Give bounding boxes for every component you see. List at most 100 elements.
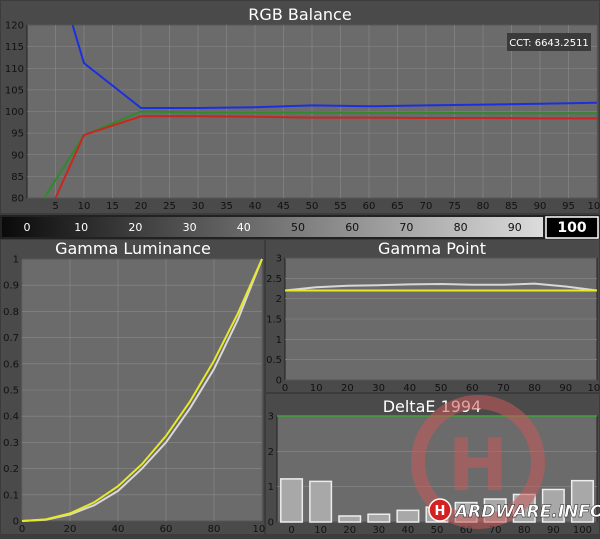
x-tick-label: 90 bbox=[547, 525, 560, 535]
x-tick-label: 60 bbox=[466, 383, 479, 394]
calibration-report: RGB Balance 80 85 90 95 100 105 110 115 120 5 10 1… bbox=[0, 0, 600, 536]
calibration-charts: RGB Balance 80859095100105110115120 5 10 1… bbox=[0, 0, 600, 536]
svg-text:ARDWARE.INFO: ARDWARE.INFO bbox=[453, 502, 600, 522]
x-tick-label: 30 bbox=[372, 383, 385, 394]
x-tick-label: 45 bbox=[277, 201, 290, 212]
gamma-point-title: Gamma Point bbox=[378, 239, 486, 258]
x-tick-label: 90 bbox=[559, 383, 572, 394]
y-tick-label: 1 bbox=[276, 335, 282, 346]
stimulus-level-label: 0 bbox=[24, 221, 31, 234]
deltae-bar bbox=[396, 509, 420, 523]
y-tick-label: 2 bbox=[268, 447, 274, 458]
y-tick-label: 95 bbox=[11, 129, 24, 140]
stimulus-level-label: 90 bbox=[508, 221, 522, 234]
x-tick-label: 10 bbox=[78, 201, 91, 212]
x-tick-label: 70 bbox=[497, 383, 510, 394]
x-tick-label: 80 bbox=[477, 201, 490, 212]
x-tick-label: 80 bbox=[518, 525, 531, 535]
y-tick-label: 100 bbox=[5, 107, 24, 118]
x-tick-label: 95 bbox=[562, 201, 575, 212]
y-tick-label: 110 bbox=[5, 64, 24, 75]
x-tick-label: 85 bbox=[505, 201, 518, 212]
y-tick-label: 115 bbox=[5, 42, 24, 53]
x-tick-label: 20 bbox=[64, 524, 77, 535]
x-tick-label: 40 bbox=[403, 383, 416, 394]
x-tick-label: 50 bbox=[431, 525, 444, 535]
stimulus-level-label: 40 bbox=[237, 221, 251, 234]
hardware-info-logo: H ARDWARE.INFO bbox=[428, 498, 600, 522]
y-tick-label: 90 bbox=[11, 150, 24, 161]
y-tick-label: 0.4 bbox=[3, 412, 19, 423]
y-tick-label: 80 bbox=[11, 194, 24, 205]
y-tick-label: 0.5 bbox=[3, 386, 19, 397]
y-tick-label: 0.9 bbox=[3, 281, 19, 292]
y-tick-label: 85 bbox=[11, 172, 24, 183]
x-tick-label: 35 bbox=[220, 201, 233, 212]
x-tick-label: 60 bbox=[363, 201, 376, 212]
x-tick-label: 75 bbox=[448, 201, 461, 212]
y-tick-label: 0.2 bbox=[3, 464, 19, 475]
y-tick-label: 3 bbox=[276, 254, 282, 265]
y-tick-label: 120 bbox=[5, 21, 24, 32]
stimulus-level-label: 60 bbox=[345, 221, 359, 234]
x-tick-label: 90 bbox=[534, 201, 547, 212]
deltae-bar bbox=[309, 480, 333, 523]
x-tick-label: 65 bbox=[391, 201, 404, 212]
stimulus-level-label: 30 bbox=[183, 221, 197, 234]
x-tick-label: 55 bbox=[334, 201, 347, 212]
stimulus-current-value: 100 bbox=[557, 220, 586, 236]
x-tick-label: 30 bbox=[372, 525, 385, 535]
x-tick-label: 20 bbox=[135, 201, 148, 212]
stimulus-level-label: 20 bbox=[128, 221, 142, 234]
x-tick-label: 50 bbox=[306, 201, 319, 212]
y-tick-label: 1.5 bbox=[266, 315, 282, 326]
y-tick-label: 0.8 bbox=[3, 307, 19, 318]
y-tick-label: 2 bbox=[276, 294, 282, 305]
y-tick-label: 0.7 bbox=[3, 333, 19, 344]
stimulus-level-label: 10 bbox=[74, 221, 88, 234]
x-tick-label: 100 bbox=[587, 201, 600, 212]
x-tick-label: 0 bbox=[19, 524, 25, 535]
x-tick-label: 40 bbox=[249, 201, 262, 212]
x-tick-label: 30 bbox=[192, 201, 205, 212]
x-tick-label: 70 bbox=[420, 201, 433, 212]
x-tick-label: 80 bbox=[528, 383, 541, 394]
x-tick-label: 40 bbox=[112, 524, 125, 535]
stimulus-level-label: 50 bbox=[291, 221, 305, 234]
x-tick-label: 50 bbox=[435, 383, 448, 394]
stimulus-level-label: 70 bbox=[399, 221, 413, 234]
x-tick-label: 40 bbox=[402, 525, 415, 535]
x-tick-label: 10 bbox=[314, 525, 327, 535]
x-tick-label: 0 bbox=[282, 383, 288, 394]
gamma-luminance-title: Gamma Luminance bbox=[55, 239, 211, 258]
y-tick-label: 0.3 bbox=[3, 438, 19, 449]
rgb-balance-title: RGB Balance bbox=[248, 5, 351, 24]
x-tick-label: 20 bbox=[341, 383, 354, 394]
y-tick-label: 0 bbox=[268, 518, 274, 529]
x-tick-label: 80 bbox=[208, 524, 221, 535]
stimulus-level-label: 80 bbox=[454, 221, 468, 234]
x-tick-label: 15 bbox=[106, 201, 119, 212]
deltae-bar bbox=[280, 478, 304, 523]
y-tick-label: 0.1 bbox=[3, 490, 19, 501]
y-tick-label: 1 bbox=[13, 255, 19, 266]
y-tick-label: 105 bbox=[5, 85, 24, 96]
x-tick-label: 20 bbox=[343, 525, 356, 535]
deltae-bar bbox=[367, 513, 391, 523]
x-tick-label: 25 bbox=[163, 201, 176, 212]
x-tick-label: 60 bbox=[160, 524, 173, 535]
y-tick-label: 0.5 bbox=[266, 355, 282, 366]
y-tick-label: 1 bbox=[268, 482, 274, 493]
watermark-letter-icon: H bbox=[448, 423, 508, 507]
x-tick-label: 100 bbox=[587, 383, 600, 394]
logo-badge-letter: H bbox=[435, 504, 446, 519]
x-tick-label: 100 bbox=[573, 525, 592, 535]
y-tick-label: 2.5 bbox=[266, 274, 282, 285]
cct-label: CCT: 6643.2511 bbox=[509, 38, 589, 49]
y-tick-label: 3 bbox=[268, 412, 274, 423]
x-tick-label: 5 bbox=[52, 201, 58, 212]
y-tick-label: 0.6 bbox=[3, 359, 19, 370]
x-tick-label: 0 bbox=[288, 525, 294, 535]
x-tick-label: 10 bbox=[310, 383, 323, 394]
deltae-bar bbox=[338, 515, 362, 523]
